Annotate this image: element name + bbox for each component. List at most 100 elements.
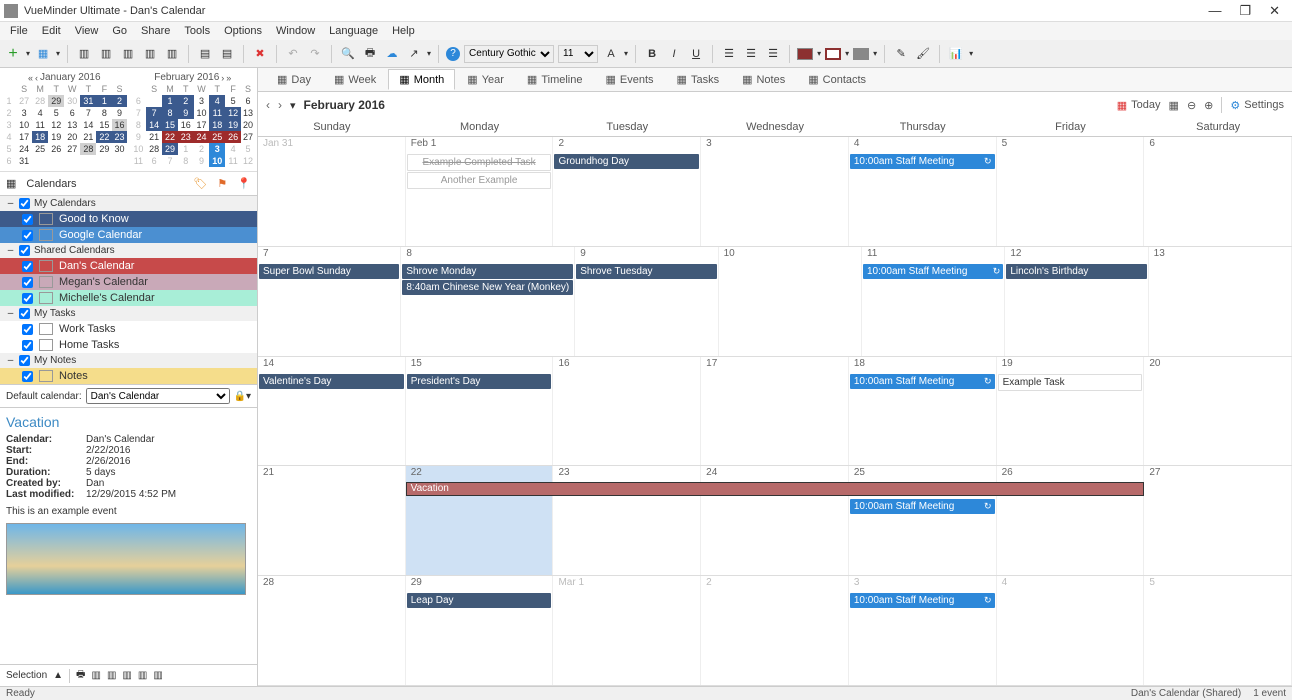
eyedropper-icon[interactable]: ✎: [892, 45, 910, 63]
gray-color[interactable]: [853, 48, 869, 60]
tb2[interactable]: ▥: [97, 45, 115, 63]
cal-item-good-to-know[interactable]: Good to Know: [0, 211, 257, 227]
day-cell[interactable]: 5: [1144, 576, 1292, 685]
menu-edit[interactable]: Edit: [36, 24, 67, 38]
share-icon[interactable]: ↗: [405, 45, 423, 63]
view-tab-notes[interactable]: ▦Notes: [731, 69, 796, 90]
italic-icon[interactable]: I: [665, 45, 683, 63]
bold-icon[interactable]: B: [643, 45, 661, 63]
day-cell[interactable]: 1810:00am Staff Meeting↻: [849, 357, 997, 466]
day-cell[interactable]: 2: [701, 576, 849, 685]
day-cell[interactable]: 8Shrove Monday8:40am Chinese New Year (M…: [401, 247, 575, 356]
sel-tb5[interactable]: ▥: [153, 670, 162, 681]
delete-icon[interactable]: ✖: [251, 45, 269, 63]
maximize-button[interactable]: ❐: [1239, 3, 1251, 19]
day-cell[interactable]: 16: [553, 357, 701, 466]
cal-item-home-tasks[interactable]: Home Tasks: [0, 337, 257, 353]
tb7[interactable]: ▤: [218, 45, 236, 63]
day-cell[interactable]: 10: [719, 247, 862, 356]
event[interactable]: Another Example: [407, 172, 552, 189]
day-cell[interactable]: 13: [1149, 247, 1292, 356]
size-select[interactable]: 11: [558, 45, 598, 63]
event[interactable]: 10:00am Staff Meeting↻: [863, 264, 1003, 279]
day-cell[interactable]: 3: [701, 137, 849, 246]
tag-icon[interactable]: 🏷: [193, 177, 207, 190]
day-cell[interactable]: 15President's Day: [406, 357, 554, 466]
tb4[interactable]: ▥: [141, 45, 159, 63]
zoom-in-icon[interactable]: ⊕: [1204, 99, 1213, 112]
event[interactable]: 10:00am Staff Meeting↻: [850, 593, 995, 608]
dropdown-icon[interactable]: ▾: [290, 99, 296, 112]
day-cell[interactable]: 21: [258, 466, 406, 575]
cal-item-dan-s-calendar[interactable]: Dan's Calendar: [0, 258, 257, 274]
redo-icon[interactable]: ↷: [306, 45, 324, 63]
prev-year-icon[interactable]: «: [28, 73, 33, 83]
close-button[interactable]: ✕: [1269, 3, 1280, 19]
menu-share[interactable]: Share: [135, 24, 176, 38]
view-tab-contacts[interactable]: ▦Contacts: [797, 69, 877, 90]
mini-cal-jan[interactable]: «‹January 2016 SMTWTFS 1272829303112 234…: [2, 72, 127, 167]
event[interactable]: Example Task: [998, 374, 1143, 391]
day-cell[interactable]: 27: [1144, 466, 1292, 575]
view-tab-events[interactable]: ▦Events: [595, 69, 665, 90]
sel-tb3[interactable]: ▥: [122, 670, 131, 681]
event[interactable]: 8:40am Chinese New Year (Monkey): [402, 280, 573, 295]
cal-group-my-calendars[interactable]: – My Calendars: [0, 196, 257, 211]
tb3[interactable]: ▥: [119, 45, 137, 63]
view-tab-timeline[interactable]: ▦Timeline: [516, 69, 594, 90]
align-right-icon[interactable]: ☰: [764, 45, 782, 63]
day-cell[interactable]: 1110:00am Staff Meeting↻: [862, 247, 1005, 356]
help-icon[interactable]: ?: [446, 47, 460, 61]
day-cell[interactable]: 4: [997, 576, 1145, 685]
calendars-tab[interactable]: Calendars: [26, 178, 76, 190]
day-cell[interactable]: 28: [258, 576, 406, 685]
event[interactable]: Shrove Tuesday: [576, 264, 716, 279]
tb5[interactable]: ▥: [163, 45, 181, 63]
event-vacation[interactable]: Vacation: [406, 482, 1144, 496]
menu-tools[interactable]: Tools: [178, 24, 216, 38]
event[interactable]: 10:00am Staff Meeting↻: [850, 154, 995, 169]
selection-toggle-icon[interactable]: ▲: [53, 670, 63, 681]
event[interactable]: Super Bowl Sunday: [259, 264, 399, 279]
print-icon[interactable]: 🖶: [361, 45, 379, 63]
paint-icon[interactable]: 🖌: [914, 45, 932, 63]
menu-window[interactable]: Window: [270, 24, 321, 38]
menu-options[interactable]: Options: [218, 24, 268, 38]
prev-month-button[interactable]: ‹: [266, 98, 270, 112]
day-cell[interactable]: Feb 1Example Completed TaskAnother Examp…: [406, 137, 554, 246]
view-tab-day[interactable]: ▦Day: [266, 69, 322, 90]
cal-group-shared-calendars[interactable]: – Shared Calendars: [0, 243, 257, 258]
day-cell[interactable]: 17: [701, 357, 849, 466]
cal-item-work-tasks[interactable]: Work Tasks: [0, 321, 257, 337]
day-cell[interactable]: 29Leap Day: [406, 576, 554, 685]
cal-item-michelle-s-calendar[interactable]: Michelle's Calendar: [0, 290, 257, 306]
event[interactable]: Shrove Monday: [402, 264, 573, 279]
calendar-btn[interactable]: ▦: [34, 45, 52, 63]
tb6[interactable]: ▤: [196, 45, 214, 63]
day-cell[interactable]: 2Groundhog Day: [553, 137, 701, 246]
pin-icon[interactable]: 📍: [237, 177, 251, 190]
cal-group-my-notes[interactable]: – My Notes: [0, 353, 257, 368]
today-button[interactable]: ▦Today: [1117, 99, 1161, 112]
cal-group-my-tasks[interactable]: – My Tasks: [0, 306, 257, 321]
cloud-icon[interactable]: ☁: [383, 45, 401, 63]
menu-file[interactable]: File: [4, 24, 34, 38]
cal-item-notes[interactable]: Notes: [0, 368, 257, 384]
chart-icon[interactable]: 📊: [947, 45, 965, 63]
settings-button[interactable]: ⚙Settings: [1230, 99, 1284, 112]
day-cell[interactable]: 6: [1144, 137, 1292, 246]
day-cell[interactable]: 410:00am Staff Meeting↻: [849, 137, 997, 246]
event[interactable]: President's Day: [407, 374, 552, 389]
day-cell[interactable]: Mar 1: [553, 576, 701, 685]
add-icon[interactable]: +: [4, 45, 22, 63]
day-cell[interactable]: 12Lincoln's Birthday: [1005, 247, 1148, 356]
view-tab-week[interactable]: ▦Week: [323, 69, 387, 90]
day-cell[interactable]: 14Valentine's Day: [258, 357, 406, 466]
event[interactable]: 10:00am Staff Meeting↻: [850, 499, 995, 514]
search-icon[interactable]: 🔍: [339, 45, 357, 63]
align-left-icon[interactable]: ☰: [720, 45, 738, 63]
day-cell[interactable]: 310:00am Staff Meeting↻: [849, 576, 997, 685]
border-color[interactable]: [825, 48, 841, 60]
event[interactable]: Valentine's Day: [259, 374, 404, 389]
menu-language[interactable]: Language: [323, 24, 384, 38]
